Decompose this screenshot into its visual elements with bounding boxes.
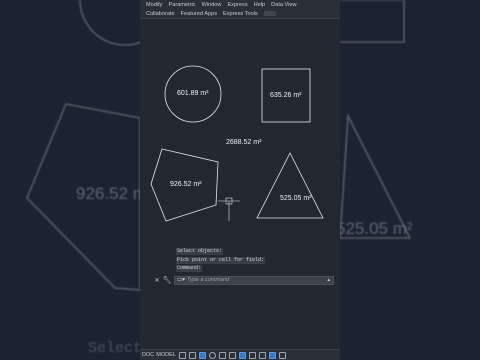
command-history: Select objects: Pick point or cell for f…: [176, 248, 266, 274]
drawing-canvas[interactable]: 601.89 m² 635.26 m² 2688.52 m² 926.52 m²…: [140, 20, 340, 349]
annotation-icon[interactable]: [238, 351, 246, 359]
command-line: ✕ 🔧︎ ▭▾ ▴: [154, 275, 334, 285]
bg-pentagon-area: 926.52 m: [76, 184, 147, 203]
total-area-label: 2688.52 m²: [226, 139, 262, 146]
menu-help[interactable]: Help: [254, 2, 266, 8]
customize-icon[interactable]: [278, 351, 286, 359]
ortho-icon[interactable]: [198, 351, 206, 359]
command-history-line: Select objects:: [176, 248, 224, 255]
lineweight-icon[interactable]: [228, 351, 236, 359]
square-area-label: 635.26 m²: [270, 92, 302, 99]
ribbon-tabs: Collaborate Featured Apps Express Tools: [140, 9, 340, 19]
menu-bar: Modify Parametric Window Express Help Da…: [140, 0, 340, 9]
chevron-prompt-icon[interactable]: ▭▾: [177, 277, 187, 283]
grid-icon[interactable]: [178, 351, 186, 359]
command-history-line: Pick point or cell for field:: [176, 256, 266, 264]
tab-featured-apps[interactable]: Featured Apps: [181, 11, 217, 17]
tab-collaborate[interactable]: Collaborate: [146, 11, 175, 17]
circle-area-label: 601.89 m²: [177, 90, 209, 97]
menu-window[interactable]: Window: [202, 2, 222, 8]
model-space-button[interactable]: MODEL: [156, 352, 176, 358]
workspace-icon[interactable]: [248, 351, 256, 359]
tab-express-tools[interactable]: Express Tools: [223, 11, 258, 17]
menu-parametric[interactable]: Parametric: [168, 2, 195, 8]
triangle-area-label: 525.05 m²: [280, 195, 312, 202]
close-icon[interactable]: ✕: [154, 277, 160, 284]
snap-icon[interactable]: [188, 351, 196, 359]
chevron-up-icon[interactable]: ▴: [327, 277, 330, 283]
polar-icon[interactable]: [208, 351, 216, 359]
cad-window: Modify Parametric Window Express Help Da…: [140, 0, 340, 360]
status-bar: DOC MODEL: [140, 349, 340, 360]
command-history-line: Command:: [176, 265, 203, 273]
hardware-accel-icon[interactable]: [268, 351, 276, 359]
menu-data-view[interactable]: Data View: [271, 2, 296, 8]
bg-triangle-area: 525.05 m²: [336, 219, 413, 238]
layout-label[interactable]: DOC: [142, 352, 154, 358]
command-input[interactable]: [187, 276, 328, 284]
triangle-shape[interactable]: [256, 152, 324, 219]
osnap-icon[interactable]: [218, 351, 226, 359]
ribbon-dropdown-icon[interactable]: [263, 11, 276, 16]
bg-select-text: Select: [88, 340, 143, 357]
bg-square: [340, 0, 405, 43]
pentagon-area-label: 926.52 m²: [170, 181, 202, 188]
wrench-icon[interactable]: 🔧︎: [162, 276, 172, 284]
menu-express[interactable]: Express: [227, 2, 247, 8]
menu-modify[interactable]: Modify: [146, 2, 162, 8]
isolate-icon[interactable]: [258, 351, 266, 359]
command-input-box[interactable]: ▭▾ ▴: [174, 275, 334, 285]
crosshair-cursor-icon: [218, 197, 240, 221]
